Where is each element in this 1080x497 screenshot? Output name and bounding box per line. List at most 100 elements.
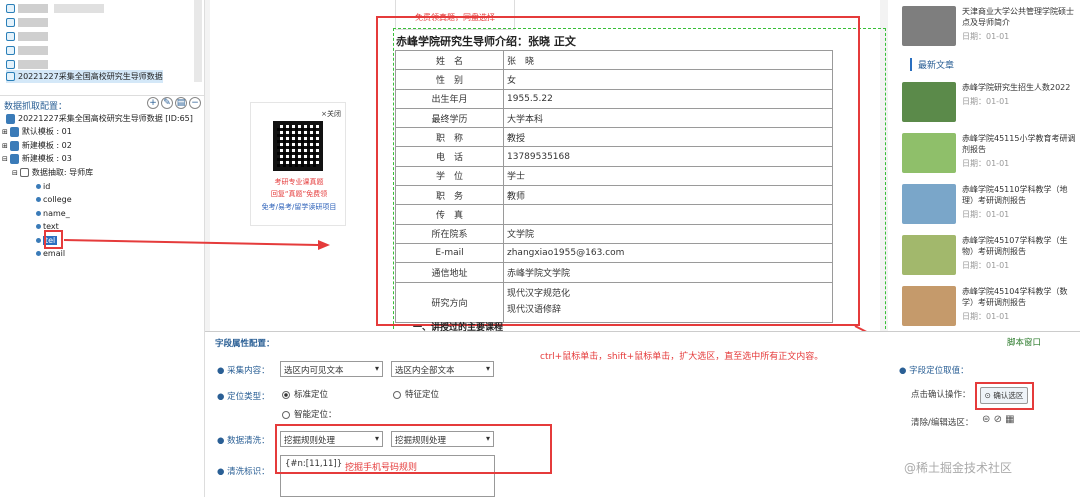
article-thumbnail xyxy=(902,82,956,122)
latest-header: 最新文章 xyxy=(910,58,954,71)
table-row: 所在院系 文学院 xyxy=(395,223,833,244)
tree-item-blurred[interactable] xyxy=(6,44,48,57)
article-title: 赤峰学院研究生招生人数2022 xyxy=(962,83,1071,92)
table-row: 最终学历 大学本科 xyxy=(395,107,833,129)
rules-icon[interactable]: ▦ xyxy=(1005,414,1014,425)
row-value[interactable]: 女 xyxy=(503,69,833,90)
row-label: 职 称 xyxy=(395,127,504,148)
tree-item-blurred[interactable] xyxy=(6,16,48,29)
add-icon[interactable]: + xyxy=(147,97,159,109)
template-icon xyxy=(9,153,19,164)
row-label: 研究方向 xyxy=(395,281,504,323)
collect-select-1[interactable]: 选区内可见文本 xyxy=(280,361,383,377)
row-value[interactable]: 学士 xyxy=(503,165,833,187)
row-label: 传 真 xyxy=(395,204,504,225)
table-row: 职 称教授 xyxy=(395,127,833,148)
task-icon xyxy=(6,4,15,13)
qr-line2: 回复“真题”免费领 xyxy=(270,190,328,198)
radio-icon xyxy=(282,410,290,419)
row-value[interactable]: 1955.5.22 xyxy=(503,88,833,109)
row-value[interactable]: 13789535168 xyxy=(503,146,833,167)
radio-smart[interactable]: 智能定位： xyxy=(282,408,337,420)
confirm-label: 点击确认操作： xyxy=(911,390,971,400)
row-value[interactable]: 张 晓 xyxy=(503,49,833,71)
row-value[interactable]: 大学本科 xyxy=(503,107,833,129)
edit-selection-icon[interactable]: ⊘ xyxy=(994,414,1002,425)
article-date: 日期：01-01 xyxy=(962,97,1010,106)
remove-icon[interactable]: − xyxy=(189,97,201,109)
task-icon xyxy=(6,60,15,69)
row-value[interactable]: 赤峰学院文学院 xyxy=(503,262,833,283)
row-value[interactable]: 现代汉字规范化 现代汉语修辞 xyxy=(503,281,833,323)
template-icon xyxy=(9,140,19,151)
task-icon xyxy=(6,72,15,81)
article-item[interactable]: 赤峰学院研究生招生人数2022 日期：01-01 xyxy=(902,82,1078,122)
row-value[interactable]: zhangxiao1955@163.com xyxy=(503,242,833,264)
clean-highlight-box xyxy=(275,424,552,474)
tree-panel: 20221227采集全国高校研究生导师数据 数据抓取配置： + ✎ ▤ − 20221… xyxy=(0,0,205,497)
table-row: 研究方向 现代汉字规范化 现代汉语修辞 xyxy=(395,281,833,323)
article-thumbnail xyxy=(902,184,956,224)
clear-label: 清除/编辑选区： xyxy=(911,418,974,428)
article-item[interactable]: 赤峰学院45115小学教育考研调剂报告 日期：01-01 xyxy=(902,133,1078,173)
locate-value-label: ● 字段定位取值： xyxy=(899,366,969,376)
clear-icon[interactable]: ⊜ xyxy=(982,414,990,425)
tree-extract-node[interactable]: ⊟ 数据抽取: 导师库 xyxy=(12,166,93,179)
field-college[interactable]: college xyxy=(36,193,72,206)
tree-template-1[interactable]: ⊞ 默认模板 : 01 xyxy=(2,125,72,138)
table-row: 学 位学士 xyxy=(395,165,833,187)
info-table: 姓 名张 晓性 别女出生年月 1955.5.22 最终学历 大学本科职 称教授电 话1… xyxy=(395,49,833,323)
tree-root[interactable]: 20221227采集全国高校研究生导师数据 [ID:65] xyxy=(6,112,193,125)
template-icon xyxy=(9,126,19,137)
close-button[interactable]: ×关闭 xyxy=(321,109,341,119)
tree-template-2[interactable]: ⊞ 新建模板 : 02 xyxy=(2,139,72,152)
field-icon xyxy=(36,238,41,243)
clean-label: ● 数据清洗： xyxy=(217,436,270,446)
script-window-link[interactable]: 脚本窗口 xyxy=(1007,336,1041,348)
tree-item-selected[interactable]: 20221227采集全国高校研究生导师数据 xyxy=(6,70,163,83)
qr-line3[interactable]: 免考/易考/留学读研项目 xyxy=(251,202,347,212)
section-header: 数据抓取配置： + ✎ ▤ − xyxy=(0,95,205,112)
research-item: 现代汉语修辞 xyxy=(507,305,562,316)
watermark: @稀土掘金技术社区 xyxy=(904,461,1013,475)
table-row: 通信地址 赤峰学院文学院 xyxy=(395,262,833,283)
radio-standard[interactable]: 标准定位 xyxy=(282,388,328,400)
field-name[interactable]: name_ xyxy=(36,207,70,220)
row-label: 出生年月 xyxy=(395,88,504,109)
row-value[interactable]: 教授 xyxy=(503,127,833,148)
row-label: 姓 名 xyxy=(395,49,504,71)
table-row: 性 别女 xyxy=(395,69,833,90)
table-row: E-mail zhangxiao1955@163.com xyxy=(395,242,833,264)
field-email[interactable]: email xyxy=(36,247,65,260)
tree-item-blurred[interactable] xyxy=(6,30,48,43)
article-item[interactable]: 天津商业大学公共管理学院硕士点及导师简介 日期：01-01 xyxy=(902,6,1078,46)
doc-title: 赤峰学院研究生导师介绍：张晓 正文 xyxy=(396,35,576,48)
article-item[interactable]: 赤峰学院45104学科教学（数学）考研调剂报告 日期：01-01 xyxy=(902,286,1078,326)
row-value[interactable]: 教师 xyxy=(503,185,833,206)
field-id[interactable]: id xyxy=(36,180,50,193)
article-title: 赤峰学院45107学科教学（生物）考研调剂报告 xyxy=(962,236,1068,256)
row-label: 通信地址 xyxy=(395,262,504,283)
article-item[interactable]: 赤峰学院45107学科教学（生物）考研调剂报告 日期：01-01 xyxy=(902,235,1078,275)
radio-feature[interactable]: 特征定位 xyxy=(393,388,439,400)
database-icon xyxy=(6,113,15,124)
article-item[interactable]: 赤峰学院45110学科教学（地理）考研调剂报告 日期：01-01 xyxy=(902,184,1078,224)
instruction-text: ctrl+鼠标单击，shift+鼠标单击，扩大选区，直至选中所有正文内容。 xyxy=(540,352,824,362)
collect-select-2[interactable]: 选区内全部文本 xyxy=(391,361,494,377)
row-value[interactable] xyxy=(503,204,833,225)
field-icon xyxy=(36,197,41,202)
right-sidebar: 天津商业大学公共管理学院硕士点及导师简介 日期：01-01 最新文章 赤峰学院研究… xyxy=(888,0,1080,333)
scrollbar[interactable] xyxy=(194,0,202,82)
tree-item-label: 20221227采集全国高校研究生导师数据 xyxy=(18,72,163,81)
radio-icon xyxy=(393,390,401,399)
tree-item-blurred[interactable] xyxy=(6,2,104,15)
row-value[interactable]: 文学院 xyxy=(503,223,833,244)
copy-icon[interactable]: ▤ xyxy=(175,97,187,109)
task-icon xyxy=(6,46,15,55)
edit-icon[interactable]: ✎ xyxy=(161,97,173,109)
field-icon xyxy=(36,184,41,189)
field-icon xyxy=(36,251,41,256)
tree-template-3[interactable]: ⊟ 新建模板 : 03 xyxy=(2,152,72,165)
row-label: 最终学历 xyxy=(395,107,504,129)
extract-icon xyxy=(19,168,29,177)
